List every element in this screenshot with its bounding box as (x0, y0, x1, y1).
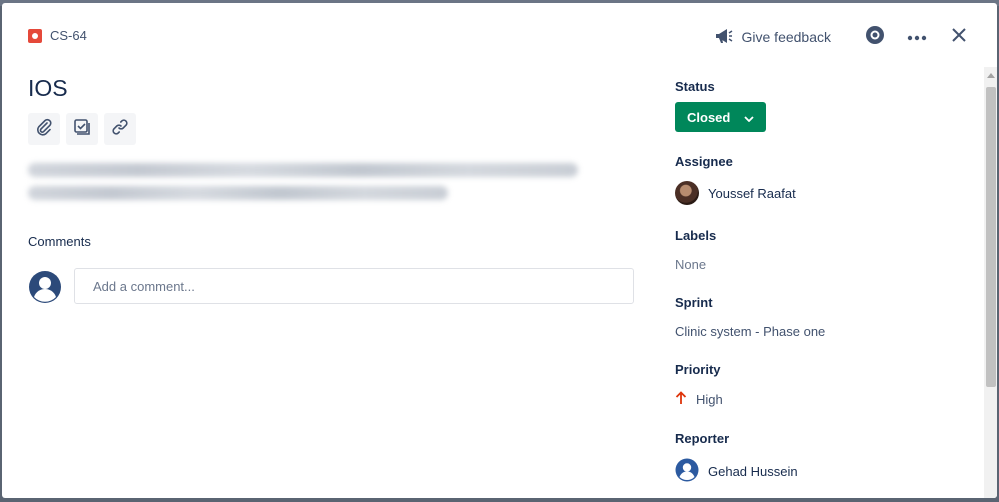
assignee-avatar (675, 181, 699, 205)
assignee-field[interactable]: Youssef Raafat (675, 181, 975, 205)
reporter-field[interactable]: Gehad Hussein (675, 458, 975, 485)
status-dropdown[interactable]: Closed (675, 102, 767, 132)
priority-value: High (696, 392, 723, 407)
scrollbar-thumb[interactable] (986, 87, 996, 387)
issue-description[interactable] (28, 163, 588, 209)
link-icon (111, 118, 129, 141)
sprint-value[interactable]: Clinic system - Phase one (675, 324, 975, 339)
user-avatar-icon (675, 458, 699, 485)
assignee-label: Assignee (675, 154, 733, 169)
close-icon (951, 27, 967, 48)
assignee-name: Youssef Raafat (708, 185, 796, 201)
sprint-label: Sprint (675, 295, 713, 310)
arrow-up-icon (675, 391, 687, 408)
eye-icon (865, 25, 885, 50)
add-comment-input[interactable] (74, 268, 634, 304)
watch-button[interactable] (859, 23, 891, 51)
status-label: Status (675, 79, 715, 94)
reporter-label: Reporter (675, 431, 730, 446)
issue-sidebar: Status Closed Assignee Youssef Raafat La… (675, 79, 975, 485)
close-button[interactable] (943, 23, 975, 51)
attach-button[interactable] (28, 113, 60, 145)
paperclip-icon (35, 118, 53, 141)
blurred-description-line (28, 163, 578, 177)
checklist-icon (73, 118, 91, 141)
more-actions-button[interactable] (901, 23, 933, 51)
link-issue-button[interactable] (104, 113, 136, 145)
reporter-name: Gehad Hussein (708, 464, 798, 479)
priority-label: Priority (675, 362, 721, 377)
issue-modal: CS-64 Give feedback IOS Comments Add a c… (2, 3, 997, 498)
issue-toolbar (28, 113, 136, 145)
give-feedback-label: Give feedback (741, 29, 832, 45)
megaphone-icon (714, 27, 734, 48)
labels-label: Labels (675, 228, 717, 243)
blurred-description-line (28, 186, 448, 200)
chevron-down-icon (744, 110, 754, 125)
header-actions: Give feedback (714, 23, 976, 51)
comments-heading: Comments (28, 234, 91, 249)
give-feedback-button[interactable]: Give feedback (714, 27, 832, 48)
labels-value[interactable]: None (675, 257, 975, 272)
sidebar-scrollbar[interactable] (984, 67, 997, 498)
scroll-up-arrow-icon[interactable] (986, 70, 996, 80)
user-avatar-icon (28, 270, 62, 304)
issue-title[interactable]: IOS (28, 75, 68, 102)
issue-key-link[interactable]: CS-64 (28, 28, 87, 43)
bug-icon (28, 28, 42, 43)
more-icon (907, 28, 927, 46)
priority-field[interactable]: High (675, 391, 975, 408)
create-subtask-button[interactable] (66, 113, 98, 145)
issue-key-label: CS-64 (50, 28, 87, 43)
status-value: Closed (687, 109, 731, 125)
